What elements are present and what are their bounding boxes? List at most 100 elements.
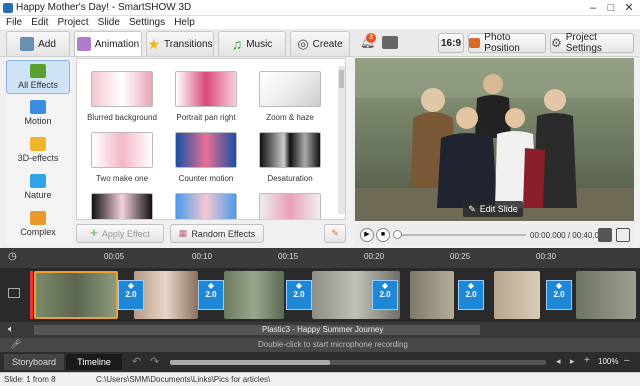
music-track-label: Plastic3 - Happy Summer Journey [262,325,384,334]
puzzle-icon [30,64,46,78]
slide-clip-3[interactable] [224,271,284,319]
effect-thumbnail [175,132,237,168]
tab-music-label: Music [246,38,273,50]
apply-effect-button[interactable]: ✚ Apply Effect [76,224,164,243]
playhead-knob[interactable] [393,230,402,239]
arrows-icon [30,100,46,114]
maximize-button[interactable]: □ [602,1,620,15]
brush-button[interactable]: ✎ [324,224,346,243]
edit-slide-button[interactable]: ✎ Edit Slide [463,201,523,217]
effect-item[interactable] [251,193,329,219]
aspect-ratio-button[interactable]: 16:9 [438,33,464,53]
scroll-left-icon[interactable]: ◂ [556,356,561,367]
audio-clip[interactable] [34,325,480,335]
slide-clip-7[interactable] [576,271,636,319]
tab-transitions[interactable]: ★ Transitions [146,31,214,56]
effect-thumbnail [175,71,237,107]
timeline-scrollbar[interactable] [170,360,546,365]
effect-thumbnail [91,71,153,107]
effect-desaturation[interactable]: Desaturation [251,132,329,183]
category-nature[interactable]: Nature [6,171,70,205]
music-track[interactable]: 🔈︎ Plastic3 - Happy Summer Journey [0,322,640,338]
timeline-scroll-thumb[interactable] [170,360,330,365]
effect-label: Portrait pan right [176,113,236,122]
photo-position-button[interactable]: Photo Position [468,32,546,54]
category-label: Nature [24,190,52,200]
scrollbar-thumb[interactable] [339,70,344,88]
tab-create[interactable]: ◎ Create [290,31,350,56]
zoom-out-icon[interactable]: – [624,355,630,366]
tab-music[interactable]: ♫ Music [218,31,286,56]
tab-add[interactable]: Add [6,31,70,56]
pencil-icon: ✎ [468,203,476,214]
effect-item[interactable] [83,193,161,219]
effect-thumbnail [259,132,321,168]
minimize-button[interactable]: – [584,1,602,15]
menu-settings[interactable]: Settings [129,17,165,28]
timeline-cursor[interactable] [30,271,33,319]
ruler-tick: 00:25 [450,252,471,261]
transition-6[interactable]: ◆ 2.0 [546,280,572,310]
project-settings-button[interactable]: ⚙ Project Settings [550,32,634,54]
effect-item[interactable] [167,193,245,219]
gallery-icon[interactable] [382,36,398,49]
photo-position-label: Photo Position [484,32,520,54]
add-photo-icon [20,37,35,51]
animation-icon [76,37,91,51]
category-motion[interactable]: Motion [6,97,70,131]
menu-file[interactable]: File [6,17,22,28]
time-display: 00:00.000 / 00:40.000 [530,231,608,240]
menu-project[interactable]: Project [57,17,88,28]
slide-clip-1[interactable] [34,271,118,319]
transition-2[interactable]: ◆ 2.0 [198,280,224,310]
scroll-right-icon[interactable]: ▸ [570,356,575,367]
effect-portrait-pan-right[interactable]: Portrait pan right [167,71,245,122]
storyboard-tab[interactable]: Storyboard [4,354,64,370]
effect-thumbnail [259,193,321,219]
transition-duration: 2.0 [553,290,565,299]
random-effects-button[interactable]: ▦ Random Effects [170,224,264,243]
play-button[interactable]: ▶ [360,228,374,242]
tab-animation[interactable]: Animation [74,31,142,56]
camera-icon[interactable] [598,228,612,242]
playback-progress[interactable] [394,234,526,236]
effect-two-make-one[interactable]: Two make one [83,132,161,183]
zoom-in-icon[interactable]: + [584,355,590,366]
menu-help[interactable]: Help [174,17,195,28]
transition-5[interactable]: ◆ 2.0 [458,280,484,310]
random-icon: ▦ [178,228,188,238]
ruler-tick: 00:20 [364,252,385,261]
category-all-effects[interactable]: All Effects [6,60,70,94]
effect-blurred-background[interactable]: Blurred background [83,71,161,122]
random-effects-label: Random Effects [191,228,256,239]
status-bar: Slide: 1 from 8 C:\Users\SMM\Documents\L… [0,372,640,386]
cube-icon [30,137,46,151]
menu-edit[interactable]: Edit [31,17,48,28]
effect-thumbnail [91,132,153,168]
snowflake-icon [30,174,46,188]
category-complex[interactable]: Complex [6,208,70,242]
bell-icon[interactable]: 🔔︎ 3 [360,33,376,51]
stop-button[interactable]: ■ [376,228,390,242]
menu-slide[interactable]: Slide [98,17,120,28]
undo-icon[interactable]: ↶ [132,355,141,368]
transition-4[interactable]: ◆ 2.0 [372,280,398,310]
redo-icon[interactable]: ↷ [150,355,159,368]
preview-photo [355,58,634,221]
transition-1[interactable]: ◆ 2.0 [118,280,144,310]
effect-counter-motion[interactable]: Counter motion [167,132,245,183]
timeline-ruler[interactable]: ◷ 00:05 00:10 00:15 00:20 00:25 00:30 [0,248,640,268]
effects-scrollbar[interactable] [338,66,345,214]
timeline-tab[interactable]: Timeline [66,354,122,370]
effect-label: Blurred background [87,113,157,122]
fullscreen-icon[interactable] [616,228,630,242]
slide-clip-6[interactable] [494,271,540,319]
main-toolbar: Add Animation ★ Transitions ♫ Music ◎ Cr… [0,29,640,57]
slide-clip-5[interactable] [410,271,454,319]
close-button[interactable]: ✕ [620,1,638,15]
voice-track[interactable]: 🎤︎ Double-click to start microphone reco… [0,338,640,352]
category-3d-effects[interactable]: 3D-effects [6,134,70,168]
transition-3[interactable]: ◆ 2.0 [286,280,312,310]
slide-preview[interactable]: ✎ Edit Slide [355,58,634,221]
effect-zoom-haze[interactable]: Zoom & haze [251,71,329,122]
